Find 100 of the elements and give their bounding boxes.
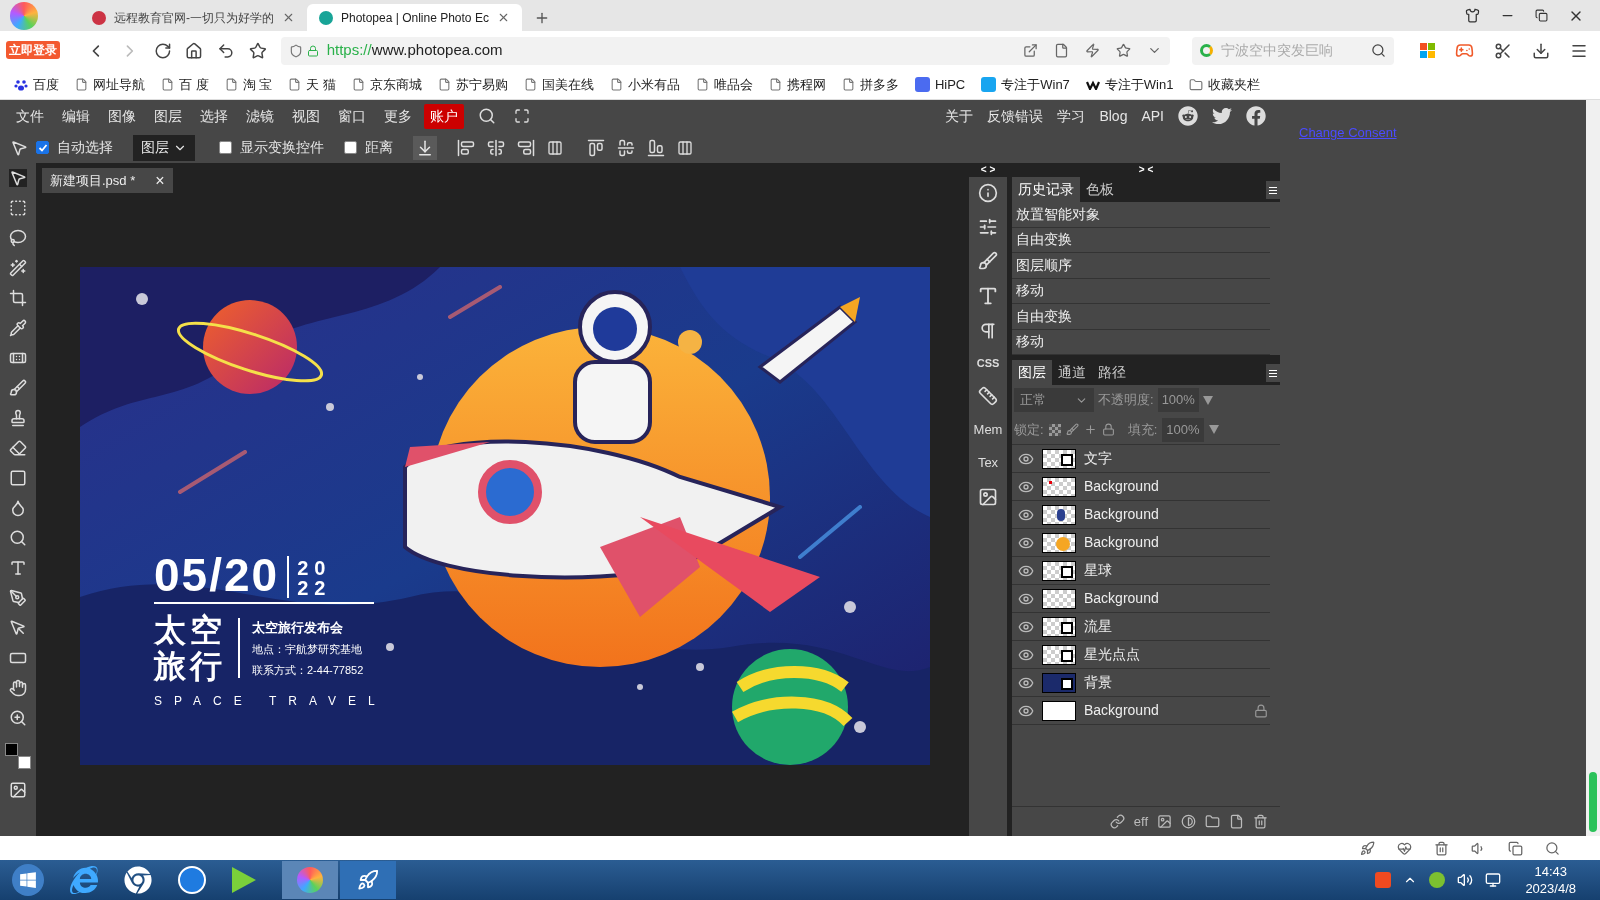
app-tray-icon[interactable] xyxy=(1429,872,1446,888)
history-item[interactable]: 自由变换 xyxy=(1012,227,1270,253)
bookmark-link[interactable]: 唯品会 xyxy=(695,74,753,95)
align-bottom-icon[interactable] xyxy=(647,138,665,157)
target-dropdown[interactable]: 图层 xyxy=(133,134,195,161)
address-bar[interactable]: https://www.photopea.com xyxy=(280,36,1171,65)
search-icon[interactable] xyxy=(478,107,496,125)
mask-icon[interactable] xyxy=(1157,814,1172,829)
panel-tab[interactable]: 路径 xyxy=(1092,360,1132,385)
star-icon[interactable] xyxy=(248,41,267,60)
folder-icon[interactable] xyxy=(1205,814,1220,829)
menu-item[interactable]: 文件 xyxy=(10,105,50,127)
network-icon[interactable] xyxy=(1485,872,1502,888)
magic-wand-tool-icon[interactable] xyxy=(9,259,27,277)
new-layer-icon[interactable] xyxy=(1229,814,1244,829)
memory-label[interactable]: Mem xyxy=(973,419,1003,439)
menu-item[interactable]: 视图 xyxy=(286,105,326,127)
reload-icon[interactable] xyxy=(153,41,172,60)
info-icon[interactable] xyxy=(978,183,998,203)
heart-pulse-icon[interactable] xyxy=(1397,840,1412,856)
css-label[interactable]: CSS xyxy=(976,355,1000,372)
bookmark-link[interactable]: 专注于Win7 xyxy=(981,74,1070,95)
lightning-icon[interactable] xyxy=(1085,43,1101,58)
lock-icon[interactable] xyxy=(1101,423,1115,436)
undo-icon[interactable] xyxy=(217,41,235,60)
blend-mode-dropdown[interactable]: 正常 xyxy=(1014,388,1094,412)
browser-icon[interactable] xyxy=(124,866,152,894)
bookmark-link[interactable]: 苏宁易购 xyxy=(437,74,508,95)
layer-row[interactable]: Background xyxy=(1012,697,1270,725)
close-button[interactable]: × xyxy=(155,168,165,193)
history-item[interactable]: 移动 xyxy=(1012,329,1270,355)
bookmark-link[interactable]: 收藏夹栏 xyxy=(1189,74,1261,95)
zoom-tool-icon[interactable] xyxy=(9,709,27,727)
menu-link[interactable]: Blog xyxy=(1099,105,1128,127)
align-left-icon[interactable] xyxy=(457,138,475,157)
close-icon[interactable] xyxy=(282,11,295,24)
trash-icon[interactable] xyxy=(1434,840,1449,856)
start-button[interactable] xyxy=(12,864,44,896)
align-center-icon[interactable] xyxy=(487,138,505,157)
brush-icon[interactable] xyxy=(978,251,998,271)
menu-link[interactable]: 关于 xyxy=(945,105,974,127)
lasso-tool-icon[interactable] xyxy=(9,229,27,247)
type-icon[interactable] xyxy=(977,285,999,307)
bookmark-link[interactable]: 百度 xyxy=(14,74,59,95)
dropdown-arrow-icon[interactable] xyxy=(1208,425,1219,434)
menu-item[interactable]: 窗口 xyxy=(332,105,372,127)
background-color-swatch[interactable] xyxy=(18,756,31,769)
link-icon[interactable] xyxy=(1109,814,1125,829)
distribute-icon[interactable] xyxy=(677,139,693,156)
history-item[interactable]: 图层顺序 xyxy=(1012,253,1270,279)
layer-row[interactable]: 星光点点 xyxy=(1012,641,1270,669)
share-icon[interactable] xyxy=(1023,43,1039,58)
ruler-icon[interactable] xyxy=(978,385,998,406)
adjustments-icon[interactable] xyxy=(978,217,998,237)
pen-tool-icon[interactable] xyxy=(9,589,27,607)
lock-transparency-icon[interactable] xyxy=(1048,423,1061,436)
panel-menu-icon[interactable] xyxy=(1266,364,1280,382)
panel-tab[interactable]: 色板 xyxy=(1080,177,1120,202)
layer-row[interactable]: Background xyxy=(1012,473,1270,501)
path-select-tool-icon[interactable] xyxy=(9,619,27,637)
hand-tool-icon[interactable] xyxy=(9,679,27,697)
download-icon[interactable] xyxy=(1532,41,1550,60)
effects-icon[interactable]: eff xyxy=(1133,811,1148,832)
bookmark-link[interactable]: 小米有品 xyxy=(609,74,680,95)
bookmark-link[interactable]: 天 猫 xyxy=(288,74,336,95)
expand-toggle[interactable]: < > xyxy=(980,163,996,177)
move-tool-icon[interactable] xyxy=(10,138,28,157)
layer-row[interactable]: 文字 xyxy=(1012,445,1270,473)
eyedropper-tool-icon[interactable] xyxy=(9,319,27,337)
layer-row[interactable]: Background xyxy=(1012,585,1270,613)
star-icon[interactable] xyxy=(1116,43,1132,58)
layer-row[interactable]: 流星 xyxy=(1012,613,1270,641)
scrollbar[interactable] xyxy=(1586,100,1600,836)
type-tool-icon[interactable] xyxy=(9,559,27,577)
blur-tool-icon[interactable] xyxy=(9,499,27,517)
restore-icon[interactable] xyxy=(1535,9,1548,22)
bookmark-link[interactable]: 拼多多 xyxy=(841,74,899,95)
browser-icon[interactable] xyxy=(70,866,98,894)
input-method-icon[interactable] xyxy=(1375,872,1392,888)
checkbox[interactable] xyxy=(36,141,49,154)
text-label[interactable]: Tex xyxy=(977,453,999,473)
bookmark-link[interactable]: 网址导航 xyxy=(75,74,145,95)
bookmark-link[interactable]: 淘 宝 xyxy=(224,74,273,95)
twitter-icon[interactable] xyxy=(1212,106,1232,126)
checkbox[interactable] xyxy=(219,141,232,154)
quick-mask-icon[interactable] xyxy=(9,781,27,799)
eraser-tool-icon[interactable] xyxy=(9,439,27,457)
lock-move-icon[interactable] xyxy=(1083,423,1097,436)
history-item[interactable]: 放置智能对象 xyxy=(1012,202,1270,228)
marquee-tool-icon[interactable] xyxy=(9,199,27,217)
panel-tab[interactable]: 图层 xyxy=(1012,360,1052,385)
scissors-icon[interactable] xyxy=(1494,41,1512,60)
browser-tab[interactable]: Photopea | Online Photo Ec xyxy=(307,4,522,31)
crop-tool-icon[interactable] xyxy=(9,289,27,307)
distribute-icon[interactable] xyxy=(547,139,563,156)
panel-tab[interactable]: 通道 xyxy=(1052,360,1092,385)
history-item[interactable]: 移动 xyxy=(1012,278,1270,304)
collapse-toggle[interactable]: > < xyxy=(1138,163,1154,177)
menu-item[interactable]: 选择 xyxy=(194,105,234,127)
align-right-icon[interactable] xyxy=(517,138,535,157)
